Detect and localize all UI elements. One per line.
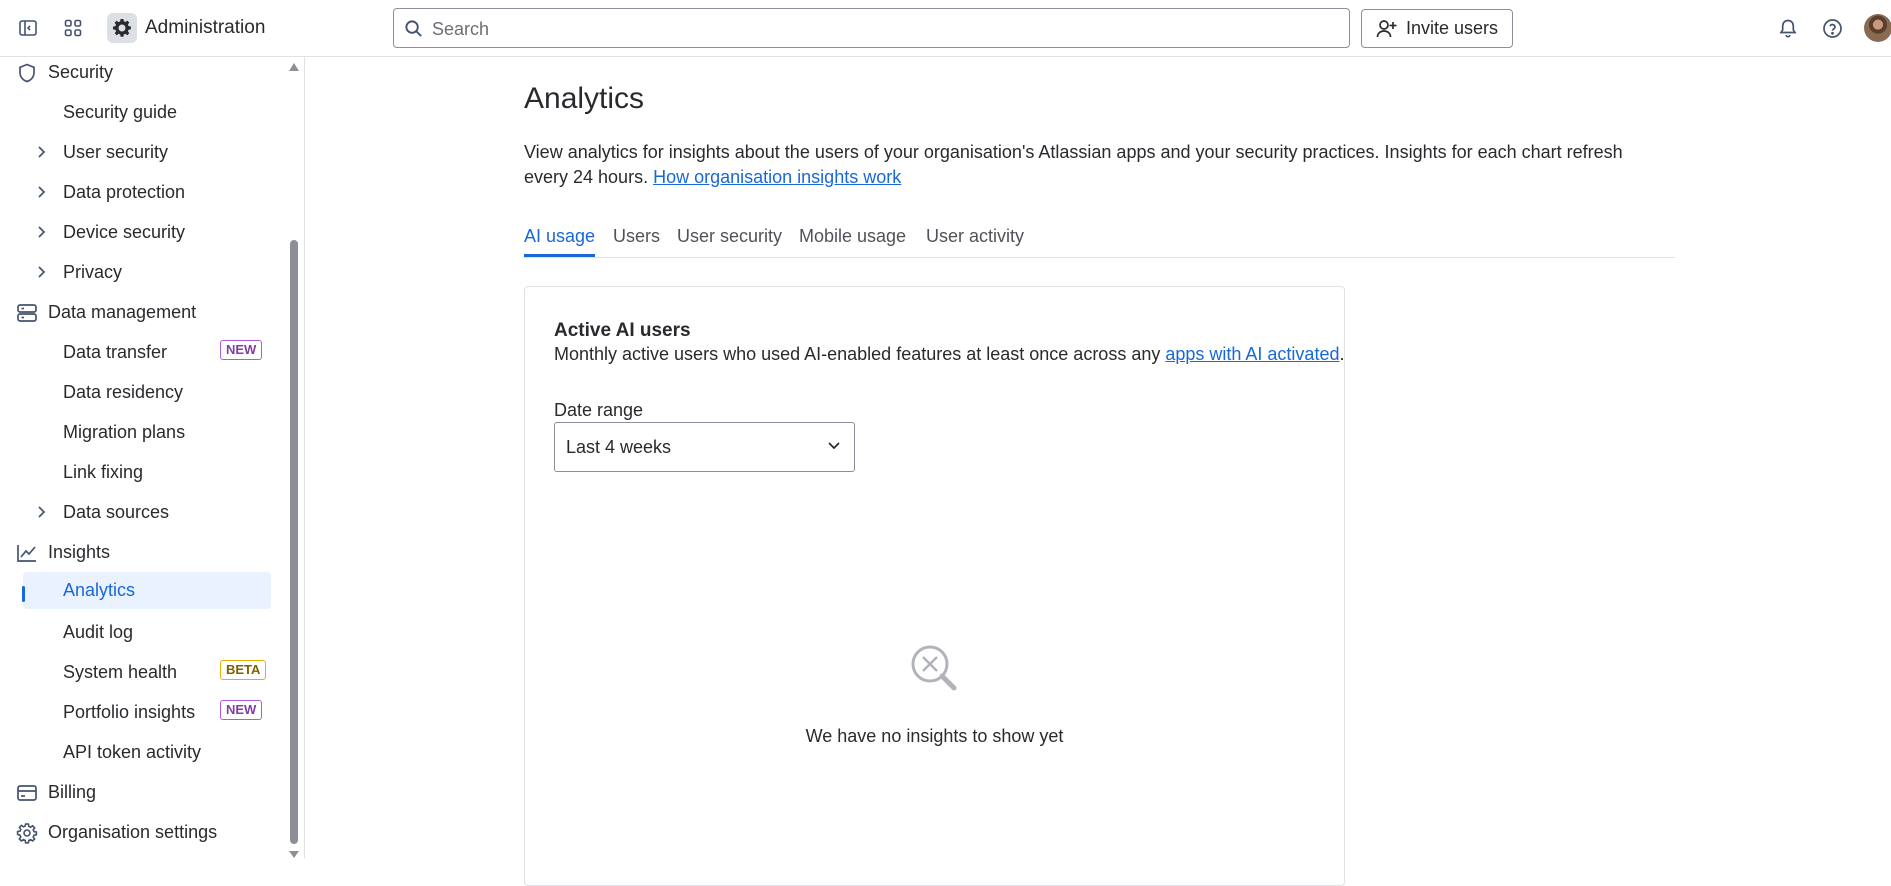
sidebar-item-link-fixing[interactable]: Link fixing: [0, 454, 280, 491]
notifications-icon[interactable]: [1774, 14, 1802, 42]
chevron-right-icon[interactable]: [36, 505, 46, 519]
gear-icon: [113, 19, 131, 37]
sidebar-item-label: Data transfer: [63, 342, 168, 362]
shield-icon: [16, 62, 38, 84]
sidebar-item-data-management[interactable]: Data management: [0, 294, 280, 331]
sidebar-toggle-icon[interactable]: [14, 14, 42, 42]
sidebar-item-label: Data management: [48, 302, 197, 322]
page-description: View analytics for insights about the us…: [524, 140, 1664, 190]
invite-users-button[interactable]: Invite users: [1361, 9, 1513, 48]
sidebar-item-label: Link fixing: [63, 462, 144, 482]
tab-user-activity[interactable]: User activity: [926, 226, 1024, 257]
apps-with-ai-link[interactable]: apps with AI activated: [1165, 344, 1339, 364]
sidebar-item-label: Insights: [48, 542, 111, 562]
credit-card-icon: [16, 782, 38, 804]
sidebar-item-label: Security: [48, 62, 114, 82]
sidebar-item-label: Data sources: [63, 502, 170, 522]
sidebar-item-label: Migration plans: [63, 422, 186, 442]
sidebar-item-data-residency[interactable]: Data residency: [0, 374, 280, 411]
selected-indicator: [22, 586, 25, 602]
card-description-text: Monthly active users who used AI-enabled…: [554, 344, 1161, 364]
chevron-down-icon: [827, 441, 841, 451]
sidebar-item-label: API token activity: [63, 742, 202, 762]
avatar[interactable]: [1864, 14, 1891, 42]
tab-mobile-usage[interactable]: Mobile usage: [799, 226, 906, 257]
no-results-magnifier-icon: [907, 641, 961, 695]
sidebar-item-security-guide[interactable]: Security guide: [0, 94, 280, 131]
chevron-right-icon[interactable]: [36, 225, 46, 239]
search-placeholder: Search: [432, 19, 490, 39]
sidebar-item-label: Device security: [63, 222, 186, 242]
sidebar: Security Security guide User security Da…: [0, 57, 305, 858]
sidebar-item-user-security[interactable]: User security: [0, 134, 280, 171]
sidebar-item-label: Data residency: [63, 382, 184, 402]
sidebar-item-api-token-activity[interactable]: API token activity: [0, 734, 280, 771]
sidebar-item-analytics[interactable]: Analytics: [23, 572, 271, 609]
sidebar-item-label: Data protection: [63, 182, 186, 202]
sidebar-item-migration-plans[interactable]: Migration plans: [0, 414, 280, 451]
sidebar-item-audit-log[interactable]: Audit log: [0, 614, 280, 651]
page-title: Analytics: [524, 82, 645, 115]
sidebar-item-label: User security: [63, 142, 169, 162]
sidebar-item-organisation-settings[interactable]: Organisation settings: [0, 814, 280, 851]
empty-state-message: We have no insights to show yet: [805, 726, 1064, 746]
active-ai-users-card: [524, 286, 1345, 886]
scrollbar-thumb[interactable]: [290, 240, 298, 844]
card-description-end: .: [1339, 344, 1345, 364]
tab-ai-usage[interactable]: AI usage: [524, 226, 596, 257]
date-range-label: Date range: [554, 400, 644, 420]
database-icon: [16, 302, 38, 324]
sidebar-item-system-health[interactable]: System health BETA: [0, 654, 280, 691]
scroll-up-arrow[interactable]: [289, 63, 299, 71]
new-badge: NEW: [220, 700, 263, 720]
add-user-icon: [1376, 19, 1398, 39]
sidebar-item-label: Analytics: [63, 580, 136, 600]
gear-icon: [16, 822, 38, 844]
sidebar-item-label: Organisation settings: [48, 822, 218, 842]
line-chart-icon: [16, 542, 38, 564]
sidebar-item-label: Billing: [48, 782, 97, 802]
sidebar-item-label: Audit log: [63, 622, 134, 642]
new-badge: NEW: [220, 340, 263, 360]
date-range-value: Last 4 weeks: [566, 437, 672, 457]
chevron-right-icon[interactable]: [36, 265, 46, 279]
tab-user-security[interactable]: User security: [677, 226, 782, 257]
insights-help-link[interactable]: How organisation insights work: [653, 167, 901, 187]
search-icon: [404, 19, 423, 38]
administration-logo[interactable]: [107, 13, 137, 43]
app-name[interactable]: Administration: [145, 17, 265, 39]
invite-users-label: Invite users: [1405, 18, 1499, 38]
sidebar-item-data-protection[interactable]: Data protection: [0, 174, 280, 211]
scroll-down-arrow[interactable]: [289, 851, 299, 858]
sidebar-item-label: Security guide: [63, 102, 178, 122]
analytics-tabs: AI usage Users User security Mobile usag…: [524, 226, 1675, 258]
sidebar-item-label: System health: [63, 662, 178, 682]
card-title: Active AI users: [554, 320, 691, 341]
sidebar-item-insights[interactable]: Insights: [0, 534, 280, 571]
sidebar-item-portfolio-insights[interactable]: Portfolio insights NEW: [0, 694, 280, 731]
sidebar-item-data-transfer[interactable]: Data transfer NEW: [0, 334, 280, 371]
app-switcher-icon[interactable]: [59, 14, 87, 42]
sidebar-item-privacy[interactable]: Privacy: [0, 254, 280, 291]
date-range-select[interactable]: Last 4 weeks: [554, 422, 855, 472]
tab-users[interactable]: Users: [613, 226, 660, 257]
search-input[interactable]: Search: [393, 8, 1350, 48]
help-icon[interactable]: [1818, 14, 1846, 42]
card-description: Monthly active users who used AI-enabled…: [554, 344, 1344, 365]
sidebar-item-billing[interactable]: Billing: [0, 774, 280, 811]
sidebar-item-data-sources[interactable]: Data sources: [0, 494, 280, 531]
sidebar-item-device-security[interactable]: Device security: [0, 214, 280, 251]
sidebar-item-security[interactable]: Security: [0, 57, 280, 91]
sidebar-item-label: Portfolio insights: [63, 702, 196, 722]
chevron-right-icon[interactable]: [36, 185, 46, 199]
sidebar-item-label: Privacy: [63, 262, 123, 282]
beta-badge: BETA: [220, 660, 267, 680]
top-navigation-bar: Administration Search Invite users: [0, 0, 1891, 57]
chevron-right-icon[interactable]: [36, 145, 46, 159]
